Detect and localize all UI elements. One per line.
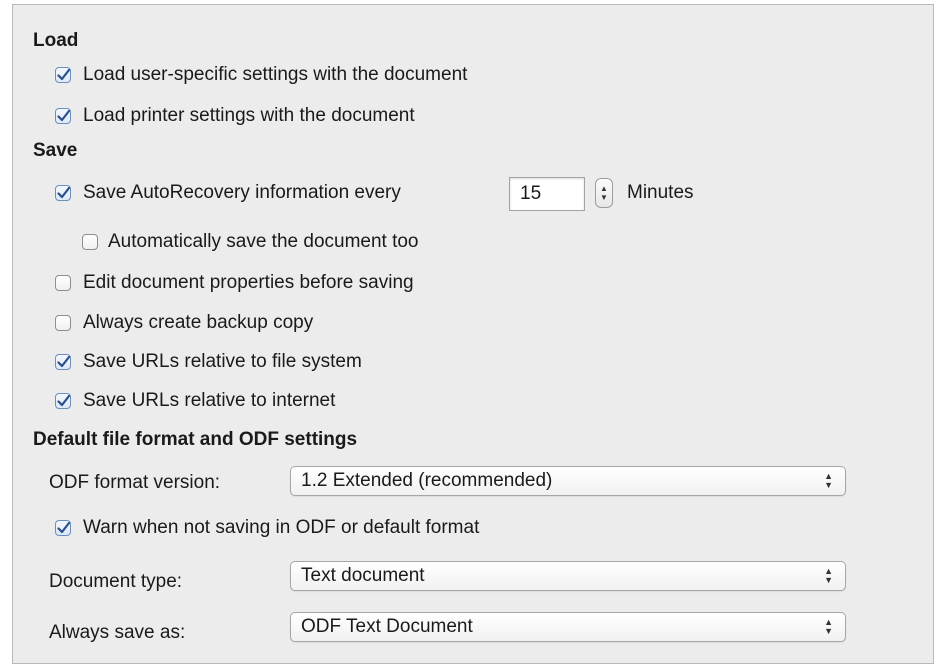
odf-version-value: 1.2 Extended (recommended) [301, 470, 553, 491]
always-save-as-label: Always save as: [49, 622, 186, 643]
load-user-settings-checkbox[interactable] [55, 67, 71, 83]
checkmark-icon [56, 522, 70, 534]
load-user-settings-label: Load user-specific settings with the doc… [83, 64, 468, 85]
chevron-up-down-icon: ▲ ▼ [824, 566, 833, 585]
backup-copy-checkbox[interactable] [55, 315, 71, 331]
autosave-label: Automatically save the document too [108, 231, 419, 252]
checkmark-icon [56, 395, 70, 407]
chevron-up-down-icon: ▲ ▼ [824, 617, 833, 636]
checkmark-icon [56, 187, 70, 199]
checkmark-icon [56, 69, 70, 81]
chevron-up-down-icon: ▲ ▼ [824, 471, 833, 490]
edit-properties-checkbox[interactable] [55, 275, 71, 291]
checkmark-icon [56, 356, 70, 368]
document-type-label: Document type: [49, 571, 183, 592]
backup-copy-label: Always create backup copy [83, 312, 314, 333]
checkmark-icon [56, 110, 70, 122]
urls-file-system-checkbox[interactable] [55, 354, 71, 370]
always-save-as-value: ODF Text Document [301, 616, 473, 637]
always-save-as-select[interactable]: ODF Text Document ▲ ▼ [290, 612, 846, 642]
autorecovery-label: Save AutoRecovery information every [83, 182, 401, 203]
stepper-down-arrow[interactable]: ▼ [600, 193, 608, 202]
format-section-title: Default file format and ODF settings [33, 429, 358, 450]
urls-internet-checkbox[interactable] [55, 393, 71, 409]
save-section-title: Save [33, 140, 78, 161]
load-printer-settings-checkbox[interactable] [55, 108, 71, 124]
warn-format-checkbox[interactable] [55, 520, 71, 536]
autorecovery-minutes-input[interactable]: 15 [509, 177, 585, 211]
autorecovery-checkbox[interactable] [55, 185, 71, 201]
odf-version-label: ODF format version: [49, 472, 221, 493]
edit-properties-label: Edit document properties before saving [83, 272, 414, 293]
warn-format-label: Warn when not saving in ODF or default f… [83, 517, 480, 538]
load-printer-settings-label: Load printer settings with the document [83, 105, 415, 126]
autosave-checkbox[interactable] [82, 234, 98, 250]
options-panel: Load Load user-specific settings with th… [12, 4, 934, 664]
autorecovery-unit-label: Minutes [627, 182, 694, 203]
up-down-arrows-icon[interactable]: ▲ ▼ [595, 178, 613, 208]
stepper-up-arrow[interactable]: ▲ [600, 184, 608, 193]
urls-internet-label: Save URLs relative to internet [83, 390, 336, 411]
document-type-value: Text document [301, 565, 425, 586]
odf-version-select[interactable]: 1.2 Extended (recommended) ▲ ▼ [290, 466, 846, 496]
urls-file-system-label: Save URLs relative to file system [83, 351, 362, 372]
load-section-title: Load [33, 30, 79, 51]
document-type-select[interactable]: Text document ▲ ▼ [290, 561, 846, 591]
